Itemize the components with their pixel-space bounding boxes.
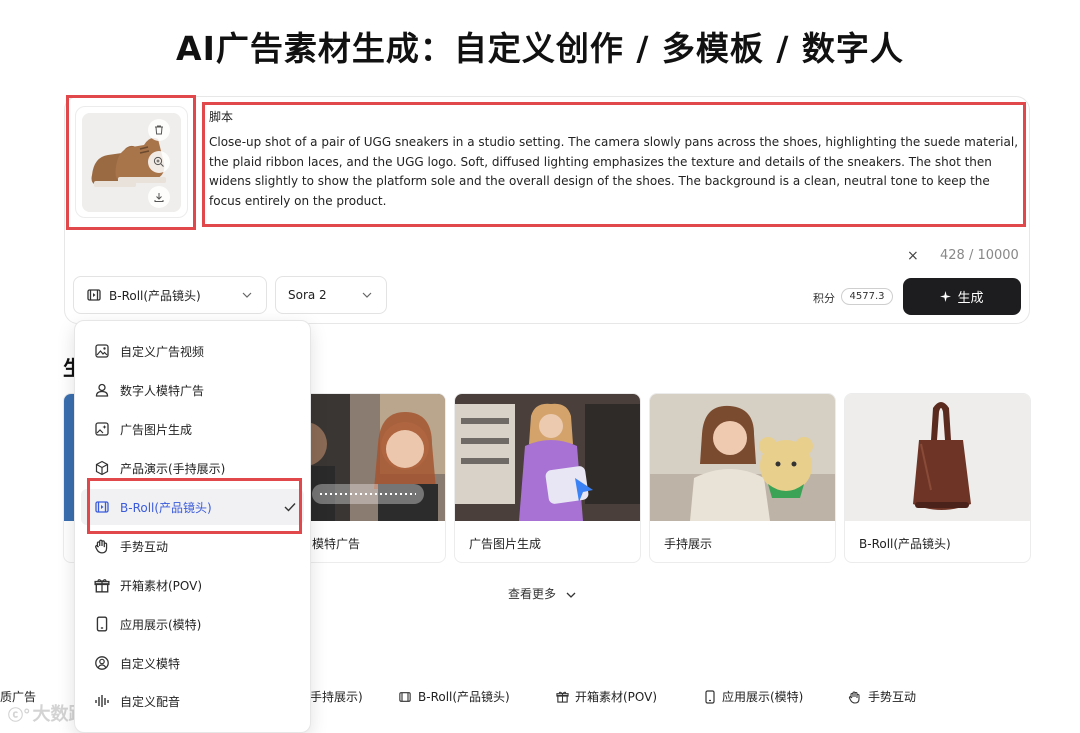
image-sparkle-icon [94,421,110,437]
see-more-label: 查看更多 [508,587,557,601]
clear-text-button[interactable]: × [907,248,919,264]
menu-item-custom-voiceover[interactable]: 自定义配音 [81,683,304,719]
template-card-handheld[interactable]: 手持展示 [649,393,836,563]
menu-item-ad-image[interactable]: 广告图片生成 [81,411,304,447]
cube-icon [94,460,110,476]
chevron-down-icon [566,592,576,598]
generate-button[interactable]: 生成 [903,278,1021,315]
highlight-box-script [202,102,1026,227]
highlight-box-broll [87,478,302,534]
menu-item-digital-human-ad[interactable]: 数字人模特广告 [81,372,304,408]
card-thumbnail [845,394,1030,521]
phone-icon [94,616,110,632]
chevron-down-icon [242,292,252,298]
sparkle-icon [940,291,952,302]
gift-icon [94,577,110,593]
menu-item-app-demo[interactable]: 应用展示(模特) [81,606,304,642]
template-card-ad-image[interactable]: 广告图片生成 [454,393,641,563]
hand-icon [94,538,110,554]
broll-icon [398,691,412,703]
menu-item-custom-model[interactable]: 自定义模特 [81,645,304,681]
menu-item-unboxing[interactable]: 开箱素材(POV) [81,567,304,603]
card-label: 模特广告 [312,537,361,551]
image-frame-icon [94,343,110,359]
character-counter: 428 / 10000 [940,248,1019,263]
generate-label: 生成 [957,291,984,306]
mode-select-value: B-Roll(产品镜头) [109,288,201,303]
model-select-value: Sora 2 [288,288,327,302]
template-card-broll[interactable]: B-Roll(产品镜头) [844,393,1031,563]
phone-icon [704,689,716,704]
card-label: 手持展示 [664,537,713,551]
see-more-button[interactable]: 查看更多 [508,585,576,602]
person-icon [94,382,110,398]
highlight-box-thumbnail [66,95,196,230]
tag-broll[interactable]: B-Roll(产品镜头) [398,688,510,705]
chevron-down-icon [362,292,372,298]
tag-unboxing[interactable]: 开箱素材(POV) [556,688,657,705]
page-title: AI广告素材生成：自定义创作 / 多模板 / 数字人 [176,29,904,68]
tag-app-demo[interactable]: 应用展示(模特) [704,688,803,705]
card-label: 广告图片生成 [469,537,542,551]
tag-gesture[interactable]: 手势互动 [848,688,916,705]
user-circle-icon [94,655,110,671]
gift-icon [556,690,569,703]
mode-select[interactable]: B-Roll(产品镜头) [73,276,267,314]
credits-badge: 4577.3 [841,288,893,305]
audio-wave-icon [94,693,110,709]
tag-handheld[interactable]: 手持展示) [310,688,363,705]
broll-icon [86,288,102,302]
card-label: B-Roll(产品镜头) [859,537,951,551]
model-select[interactable]: Sora 2 [275,276,387,314]
card-thumbnail [455,394,640,521]
credits-label: 积分 [813,292,835,305]
menu-item-custom-ad-video[interactable]: 自定义广告视频 [81,333,304,369]
hand-icon [848,690,862,704]
card-thumbnail [650,394,835,521]
